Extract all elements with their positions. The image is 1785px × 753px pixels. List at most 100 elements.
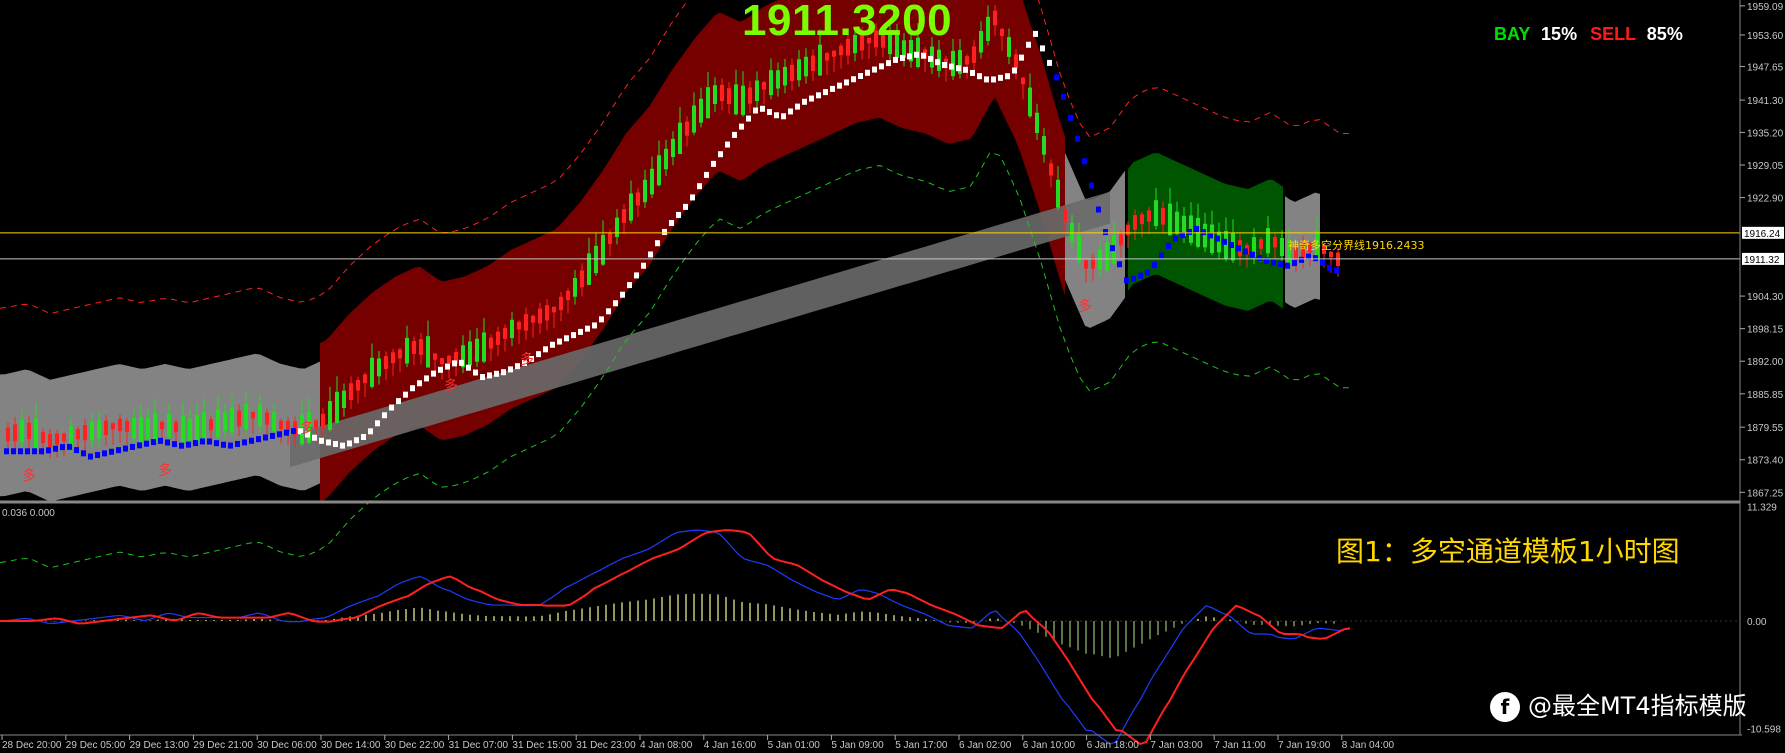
candle-body <box>272 412 276 432</box>
candle-body <box>615 217 619 238</box>
trend-ladder-step <box>571 332 576 339</box>
trend-ladder-step <box>977 73 982 80</box>
candle-body <box>580 270 584 288</box>
trend-ladder-step <box>1096 206 1101 213</box>
candle-body <box>643 179 647 203</box>
trend-ladder-step <box>1292 260 1297 267</box>
trend-ladder-step <box>690 194 695 201</box>
candle-body <box>993 10 997 26</box>
candle-body <box>202 412 206 441</box>
candle-body <box>503 327 507 339</box>
trend-ladder-step <box>494 370 499 377</box>
trend-ladder-step <box>1201 229 1206 236</box>
trend-ladder-step <box>655 240 660 247</box>
candle-body <box>678 122 682 154</box>
trend-ladder-step <box>970 69 975 76</box>
trend-ladder-step <box>1285 262 1290 269</box>
trend-ladder-step <box>284 429 289 436</box>
trend-ladder-step <box>214 440 219 447</box>
trend-ladder-step <box>445 363 450 370</box>
candle-body <box>804 56 808 77</box>
trend-ladder-step <box>928 55 933 62</box>
x-tick-label: 4 Jan 16:00 <box>704 740 757 751</box>
trend-ladder-step <box>1075 135 1080 142</box>
trend-ladder-step <box>599 316 604 323</box>
y-tick-label: 1953.60 <box>1747 31 1784 42</box>
trend-ladder-step <box>249 437 254 444</box>
x-tick-label: 29 Dec 05:00 <box>66 740 126 751</box>
trend-ladder-step <box>753 107 758 114</box>
x-tick-label: 31 Dec 07:00 <box>449 740 509 751</box>
trend-ladder-step <box>1159 252 1164 259</box>
trend-ladder-step <box>480 374 485 381</box>
trend-ladder-step <box>39 448 44 455</box>
y-tick-label: 1879.55 <box>1747 423 1784 434</box>
trend-ladder-step <box>1110 245 1115 252</box>
trend-ladder-step <box>781 113 786 120</box>
trend-ladder-step <box>263 434 268 441</box>
candle-body <box>447 355 451 364</box>
candle-body <box>692 105 696 133</box>
candle-body <box>1266 228 1270 254</box>
trend-ladder-step <box>186 441 191 448</box>
trend-ladder-step <box>242 439 247 446</box>
trend-ladder-step <box>1243 248 1248 255</box>
trend-ladder-step <box>1327 264 1332 271</box>
trend-ladder-step <box>1194 225 1199 232</box>
candle-body <box>377 358 381 377</box>
trend-ladder-step <box>935 59 940 66</box>
candle-body <box>216 409 220 438</box>
trend-ladder-step <box>550 341 555 348</box>
trend-ladder-step <box>1229 242 1234 249</box>
candle-body <box>104 420 108 436</box>
y-tick-label: 1947.65 <box>1747 62 1784 73</box>
bay-label: BAY <box>1494 24 1531 44</box>
candle-body <box>76 429 80 440</box>
candle-body <box>510 319 514 339</box>
candle-body <box>69 426 73 446</box>
trend-ladder-step <box>473 369 478 376</box>
trend-ladder-step <box>697 183 702 190</box>
candle-body <box>1133 215 1137 230</box>
x-tick-label: 31 Dec 23:00 <box>576 740 636 751</box>
trend-ladder-step <box>25 448 30 455</box>
trend-ladder-step <box>410 385 415 392</box>
watermark-text: @最全MT4指标模版 <box>1528 692 1747 720</box>
trend-ladder-step <box>88 453 93 460</box>
y-tick-label: 1935.20 <box>1747 128 1784 139</box>
candle-body <box>839 45 843 56</box>
trend-ladder-step <box>382 412 387 419</box>
candle-body <box>1035 112 1039 133</box>
trend-ladder-step <box>137 442 142 449</box>
candle-body <box>664 148 668 170</box>
trend-ladder-step <box>886 60 891 67</box>
trend-ladder-step <box>816 92 821 99</box>
trend-ladder-step <box>1054 74 1059 81</box>
candle-body <box>342 390 346 409</box>
macd-y-tick-label: -10.598 <box>1747 724 1781 735</box>
candle-body <box>720 84 724 102</box>
trend-ladder-step <box>172 441 177 448</box>
trend-ladder-step <box>1215 235 1220 242</box>
candle-body <box>349 383 353 401</box>
candle-body <box>825 53 829 61</box>
trend-ladder-step <box>291 428 296 435</box>
candle-body <box>685 121 689 136</box>
trend-ladder-step <box>179 442 184 449</box>
trend-ladder-step <box>949 63 954 70</box>
trend-ladder-step <box>1040 45 1045 52</box>
trend-ladder-step <box>116 447 121 454</box>
trend-ladder-step <box>956 65 961 72</box>
trend-ladder-step <box>830 85 835 92</box>
trend-ladder-step <box>207 438 212 445</box>
trend-ladder-step <box>809 95 814 102</box>
trend-ladder-step <box>375 420 380 427</box>
trend-ladder-step <box>270 432 275 439</box>
trend-ladder-step <box>452 360 457 367</box>
x-tick-label: 5 Jan 01:00 <box>768 740 821 751</box>
candle-body <box>524 314 528 331</box>
signal-marker: 多 <box>1078 298 1092 315</box>
candle-body <box>55 433 59 445</box>
y-tick-label: 1959.09 <box>1747 2 1784 13</box>
candle-body <box>1070 222 1074 242</box>
